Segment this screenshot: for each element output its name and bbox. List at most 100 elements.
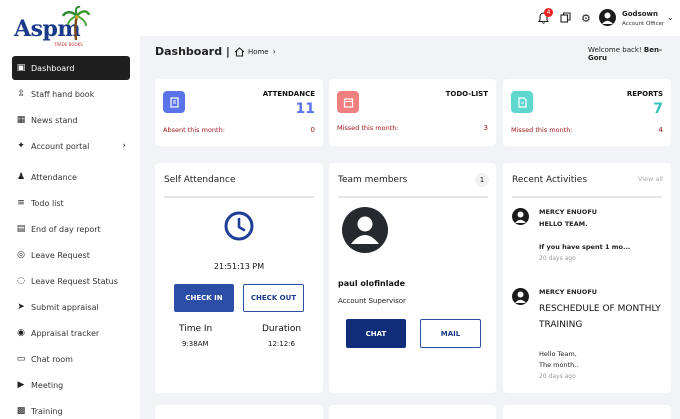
check-in-button[interactable]: CHECK IN xyxy=(174,284,234,312)
stat-title: REPORTS xyxy=(626,90,663,98)
aspm-logo[interactable]: Aspm TRADE BOOKS xyxy=(14,6,100,48)
section-title: Team members xyxy=(338,175,408,185)
activity-body-continued: The month.. xyxy=(539,361,579,369)
sidebar-item-appraisal-tracker[interactable]: ◉ Appraisal tracker xyxy=(12,321,130,345)
sidebar-item-meeting[interactable]: ▶ Meeting xyxy=(12,373,130,397)
top-bar: 4 ⚙ Godsown Account Officer ⌄ xyxy=(140,0,680,36)
sidebar-item-news-stand[interactable]: ▦ News stand xyxy=(12,108,130,132)
activity-title[interactable]: RESCHEDULE OF MONTHLY TRAINING xyxy=(539,301,667,333)
check-out-button[interactable]: CHECK OUT xyxy=(243,284,304,312)
person-check-icon: ♟ xyxy=(16,172,26,182)
home-icon[interactable] xyxy=(234,46,245,57)
member-count-badge: 1 xyxy=(475,173,489,187)
sidebar-item-label: Training xyxy=(31,406,63,416)
avatar xyxy=(512,208,529,225)
sidebar-item-leave-request[interactable]: ◎ Leave Request xyxy=(12,243,130,267)
training-icon: ▩ xyxy=(16,406,26,416)
chat-icon: ▭ xyxy=(16,354,26,364)
chevron-right-icon: › xyxy=(122,141,126,151)
avatar[interactable] xyxy=(599,9,616,26)
send-icon: ➤ xyxy=(17,302,25,312)
sidebar-item-leave-request-status[interactable]: ◌ Leave Request Status xyxy=(12,269,130,293)
upload-icon: ⇫ xyxy=(17,89,25,99)
time-in-label: Time In xyxy=(179,324,213,334)
chat-button[interactable]: CHAT xyxy=(346,319,406,348)
user-icon xyxy=(515,211,526,223)
sidebar-item-todo-list[interactable]: ≡ Todo list xyxy=(12,191,130,215)
sidebar-item-submit-appraisal[interactable]: ➤ Submit appraisal xyxy=(12,295,130,319)
sidebar-item-staff-hand-book[interactable]: ⇫ Staff hand book xyxy=(12,82,130,106)
avatar xyxy=(512,288,529,305)
sidebar-item-label: Leave Request Status xyxy=(31,276,118,286)
bottom-card-right xyxy=(503,405,671,419)
status-icon: ◌ xyxy=(17,276,25,286)
sidebar-item-label: Appraisal tracker xyxy=(31,328,100,338)
document-icon xyxy=(511,91,533,113)
stat-subvalue: 4 xyxy=(658,126,663,134)
compass-icon: ✦ xyxy=(17,141,25,151)
user-icon xyxy=(602,12,613,24)
chevron-down-icon[interactable]: ⌄ xyxy=(667,13,674,22)
sidebar-item-label: Account portal xyxy=(31,141,90,151)
sidebar-item-chat-room[interactable]: ▭ Chat room xyxy=(12,347,130,371)
sidebar-item-label: Meeting xyxy=(31,380,64,390)
sidebar-item-training[interactable]: ▩ Training xyxy=(12,399,130,419)
member-name[interactable]: paul olofinlade xyxy=(338,279,405,288)
section-title: Self Attendance xyxy=(164,175,236,185)
tracker-icon: ◉ xyxy=(17,328,25,338)
todo-list-stat-card[interactable]: TODO-LIST Missed this month: 3 xyxy=(329,79,496,146)
welcome-message: Welcome back! Ben-Goru xyxy=(588,46,680,62)
stat-subvalue: 3 xyxy=(483,124,488,132)
recent-activities-card: Recent Activities View all MERCY ENUOFU … xyxy=(503,163,671,393)
user-name[interactable]: Godsown xyxy=(622,10,658,18)
copy-icon[interactable] xyxy=(560,12,571,23)
breadcrumb: Dashboard | Home › xyxy=(155,45,276,58)
sidebar-item-dashboard[interactable]: ▣ Dashboard xyxy=(12,56,130,80)
breadcrumb-home[interactable]: Home xyxy=(248,48,269,56)
member-role: Account Supervisor xyxy=(338,297,406,305)
sidebar-item-label: Leave Request xyxy=(31,250,90,260)
palm-tree-icon xyxy=(62,6,90,41)
divider xyxy=(164,196,314,198)
mail-button[interactable]: MAIL xyxy=(420,319,481,348)
self-attendance-card: Self Attendance 21:51:13 PM CHECK IN CHE… xyxy=(155,163,323,393)
stat-subvalue: 0 xyxy=(310,126,315,134)
stat-subtitle: Missed this month: xyxy=(337,124,399,132)
duration-value: 12:12:6 xyxy=(268,340,295,348)
stat-title: TODO-LIST xyxy=(445,90,488,98)
stat-value: 7 xyxy=(653,101,663,117)
book-icon xyxy=(163,91,185,113)
view-all-link[interactable]: View all xyxy=(638,175,663,183)
sidebar-item-label: Staff hand book xyxy=(31,89,95,99)
clipboard-icon: ▤ xyxy=(16,224,26,234)
bottom-card-left xyxy=(155,405,323,419)
activity-time: 20 days ago xyxy=(539,373,576,380)
section-title: Recent Activities xyxy=(512,175,588,185)
activity-time: 20 days ago xyxy=(539,255,576,262)
sidebar-item-label: Todo list xyxy=(31,198,64,208)
time-in-value: 9:38AM xyxy=(182,340,209,348)
sidebar-item-attendance[interactable]: ♟ Attendance xyxy=(12,165,130,189)
user-role: Account Officer xyxy=(622,21,665,27)
video-icon: ▶ xyxy=(17,380,25,390)
sidebar-item-account-portal[interactable]: ✦ Account portal › xyxy=(12,134,130,158)
sidebar-item-label: Dashboard xyxy=(31,63,75,73)
sidebar-item-label: Attendance xyxy=(31,172,77,182)
gear-icon[interactable]: ⚙ xyxy=(581,12,591,25)
calendar-icon xyxy=(337,91,359,113)
user-icon xyxy=(515,291,526,303)
bottom-card-middle xyxy=(329,405,496,419)
logo-subtitle: TRADE BOOKS xyxy=(54,42,83,47)
stat-subtitle: Missed this month: xyxy=(511,126,573,134)
sidebar-item-label: Submit appraisal xyxy=(31,302,99,312)
sidebar-item-end-of-day-report[interactable]: ▤ End of day report xyxy=(12,217,130,241)
activity-body: If you have spent 1 mo... xyxy=(539,243,631,251)
list-icon: ≡ xyxy=(17,198,25,208)
attendance-stat-card[interactable]: ATTENDANCE 11 Absent this month: 0 xyxy=(155,79,323,146)
activity-title[interactable]: HELLO TEAM. xyxy=(539,220,588,228)
sidebar-item-label: End of day report xyxy=(31,224,101,234)
user-icon xyxy=(351,216,379,244)
activity-body: Hello Team, xyxy=(539,350,577,358)
activity-author: MERCY ENUOFU xyxy=(539,288,598,296)
reports-stat-card[interactable]: REPORTS 7 Missed this month: 4 xyxy=(503,79,671,146)
